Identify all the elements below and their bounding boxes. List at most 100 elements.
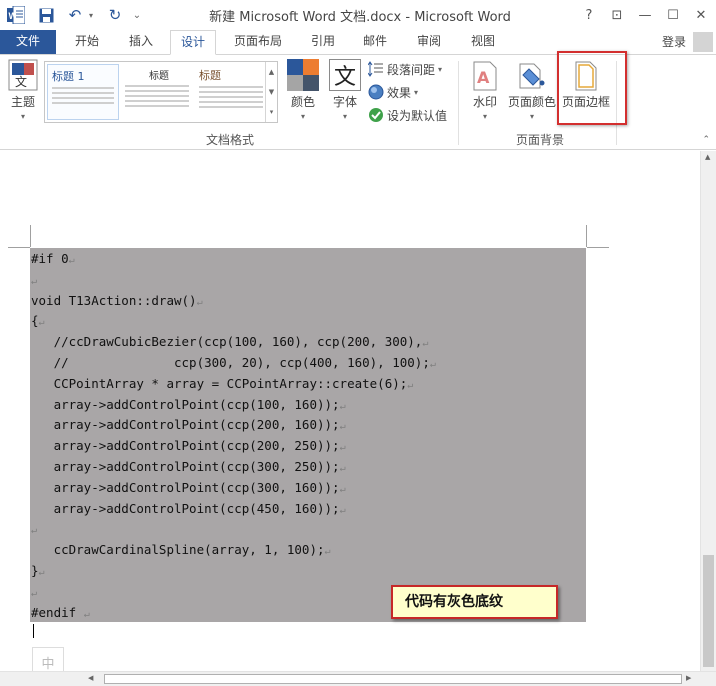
minimize-button[interactable]: — [634,4,656,26]
style-set-item[interactable]: 标题 [195,64,267,120]
undo-dropdown-icon[interactable]: ▾ [86,5,96,25]
code-line-text: array->addControlPoint(ccp(300, 160)); [31,479,340,495]
tab-page-layout[interactable]: 页面布局 [226,30,290,54]
paragraph-mark-icon: ↵ [422,338,429,350]
themes-button[interactable]: 文 主题 ▾ [6,59,40,121]
code-line: array->addControlPoint(ccp(100, 160));↵ [31,397,346,412]
checkmark-icon [368,107,384,123]
scroll-left-icon[interactable]: ◀ [88,674,93,682]
colors-icon [287,59,319,91]
horizontal-scroll-thumb[interactable] [104,674,682,684]
window-title: 新建 Microsoft Word 文档.docx - Microsoft Wo… [209,10,511,25]
code-line-text: // ccp(300, 20), ccp(400, 160), 100); [31,355,430,370]
code-line-text: CCPointArray * array = CCPointArray::cre… [31,375,408,391]
paragraph-mark-icon: ↵ [339,463,346,474]
document-area[interactable]: #if 0↵ ↵ void T13Action::draw()↵ {↵ //ccDra… [0,151,700,671]
code-line: ↵ [31,584,37,599]
paragraph-mark-icon: ↵ [68,255,75,266]
colors-label: 颜色 [290,95,315,109]
tab-references[interactable]: 引用 [300,30,346,54]
title-bar: W ↶ ▾ ↻ ⌄ 新建 Microsoft Word 文档.docx - Mi… [0,0,716,30]
undo-icon[interactable]: ↶ [64,5,86,25]
ime-indicator[interactable]: 中 [32,647,64,671]
code-line-text: #endif [31,604,84,620]
code-line-text: { [31,313,39,329]
set-as-default-label: 设为默认值 [387,108,448,123]
colors-button[interactable]: 颜色 ▾ [286,59,320,121]
redo-icon[interactable]: ↻ [104,5,126,25]
chevron-down-icon: ▾ [300,112,305,121]
chevron-down-icon: ▾ [342,112,347,121]
fonts-button[interactable]: 文 字体 ▾ [328,59,362,121]
avatar[interactable] [693,32,713,52]
tab-mailings[interactable]: 邮件 [352,30,398,54]
paragraph-mark-icon: ↵ [38,567,45,578]
paragraph-mark-icon: ↵ [407,379,414,391]
code-line: array->addControlPoint(ccp(200, 250));↵ [31,438,346,453]
word-app-icon[interactable]: W [6,5,26,25]
paragraph-mark-icon: ↵ [83,608,90,620]
chevron-down-icon: ▾ [529,112,534,121]
page-color-button[interactable]: 页面颜色 ▾ [506,61,558,121]
page-borders-highlight [557,51,627,125]
code-line-text: } [31,563,39,578]
paragraph-mark-icon: ↵ [31,275,38,287]
callout-note: 代码有灰色底纹 [391,585,558,619]
scroll-right-icon[interactable]: ▶ [686,674,691,682]
effects-label: 效果 [387,85,412,100]
more-icon[interactable]: ▾ [270,108,274,116]
collapse-ribbon-icon[interactable]: ⌃ [702,135,710,145]
close-button[interactable]: ✕ [690,4,712,26]
scroll-down-icon[interactable]: ▼ [269,88,274,96]
tab-design[interactable]: 设计 [170,30,216,55]
horizontal-scrollbar[interactable]: ◀ ▶ [0,671,716,686]
gallery-scroll[interactable]: ▲ ▼ ▾ [265,62,277,122]
tab-review[interactable]: 审阅 [406,30,452,54]
style-set-item[interactable]: 标题 1 [47,64,119,120]
paragraph-mark-icon: ↵ [196,296,203,308]
code-line: ↵ [31,272,37,287]
maximize-button[interactable]: ☐ [662,4,684,26]
group-label-document-formatting: 文档格式 [205,133,254,147]
code-line: array->addControlPoint(ccp(300, 160));↵ [31,480,346,495]
ribbon-display-options-button[interactable]: ⊡ [606,4,628,26]
help-button[interactable]: ? [578,4,600,26]
paragraph-mark-icon: ↵ [38,317,45,329]
sign-in-link[interactable]: 登录 [662,33,686,50]
scroll-up-icon[interactable]: ▲ [269,68,274,76]
code-line: }↵ [31,563,45,578]
group-label-page-background: 页面背景 [515,133,564,147]
code-line-text: array->addControlPoint(ccp(450, 160)); [31,500,340,516]
save-icon[interactable] [36,5,56,25]
paragraph-mark-icon: ↵ [31,525,38,537]
vertical-scrollbar[interactable]: ▲ [700,151,716,671]
paragraph-mark-icon: ↵ [324,546,331,558]
effects-button[interactable]: 效果 ▾ [368,82,418,102]
chevron-down-icon: ▾ [414,87,419,97]
paragraph-mark-icon: ↵ [31,587,38,599]
tab-home[interactable]: 开始 [64,30,110,54]
scroll-up-icon[interactable]: ▲ [705,153,710,161]
text-cursor [33,624,34,638]
style-set-gallery[interactable]: 标题 1 标题 标题 ▲ ▼ ▾ [44,61,278,123]
paragraph-mark-icon: ↵ [429,359,436,370]
code-line-text: #if 0 [31,251,69,266]
watermark-label: 水印 [472,95,497,109]
code-line: ↵ [31,521,37,536]
code-line-text: void T13Action::draw() [31,292,197,308]
set-as-default-button[interactable]: 设为默认值 [368,105,447,125]
style-set-item[interactable]: 标题 [121,64,193,120]
code-line-text: array->addControlPoint(ccp(200, 250)); [31,438,340,454]
vertical-scroll-thumb[interactable] [703,555,714,667]
tab-file[interactable]: 文件 [0,30,56,54]
tab-view[interactable]: 视图 [460,30,506,54]
paragraph-spacing-button[interactable]: 段落间距 ▾ [368,59,442,79]
svg-text:A: A [477,68,490,87]
watermark-button[interactable]: A 水印 ▾ [468,61,502,121]
page-color-label: 页面颜色 [507,95,556,109]
crop-mark [587,247,609,248]
paragraph-mark-icon: ↵ [339,504,346,516]
paragraph-mark-icon: ↵ [339,483,346,495]
tab-insert[interactable]: 插入 [118,30,164,54]
code-line: // ccp(300, 20), ccp(400, 160), 100);↵ [31,355,436,370]
